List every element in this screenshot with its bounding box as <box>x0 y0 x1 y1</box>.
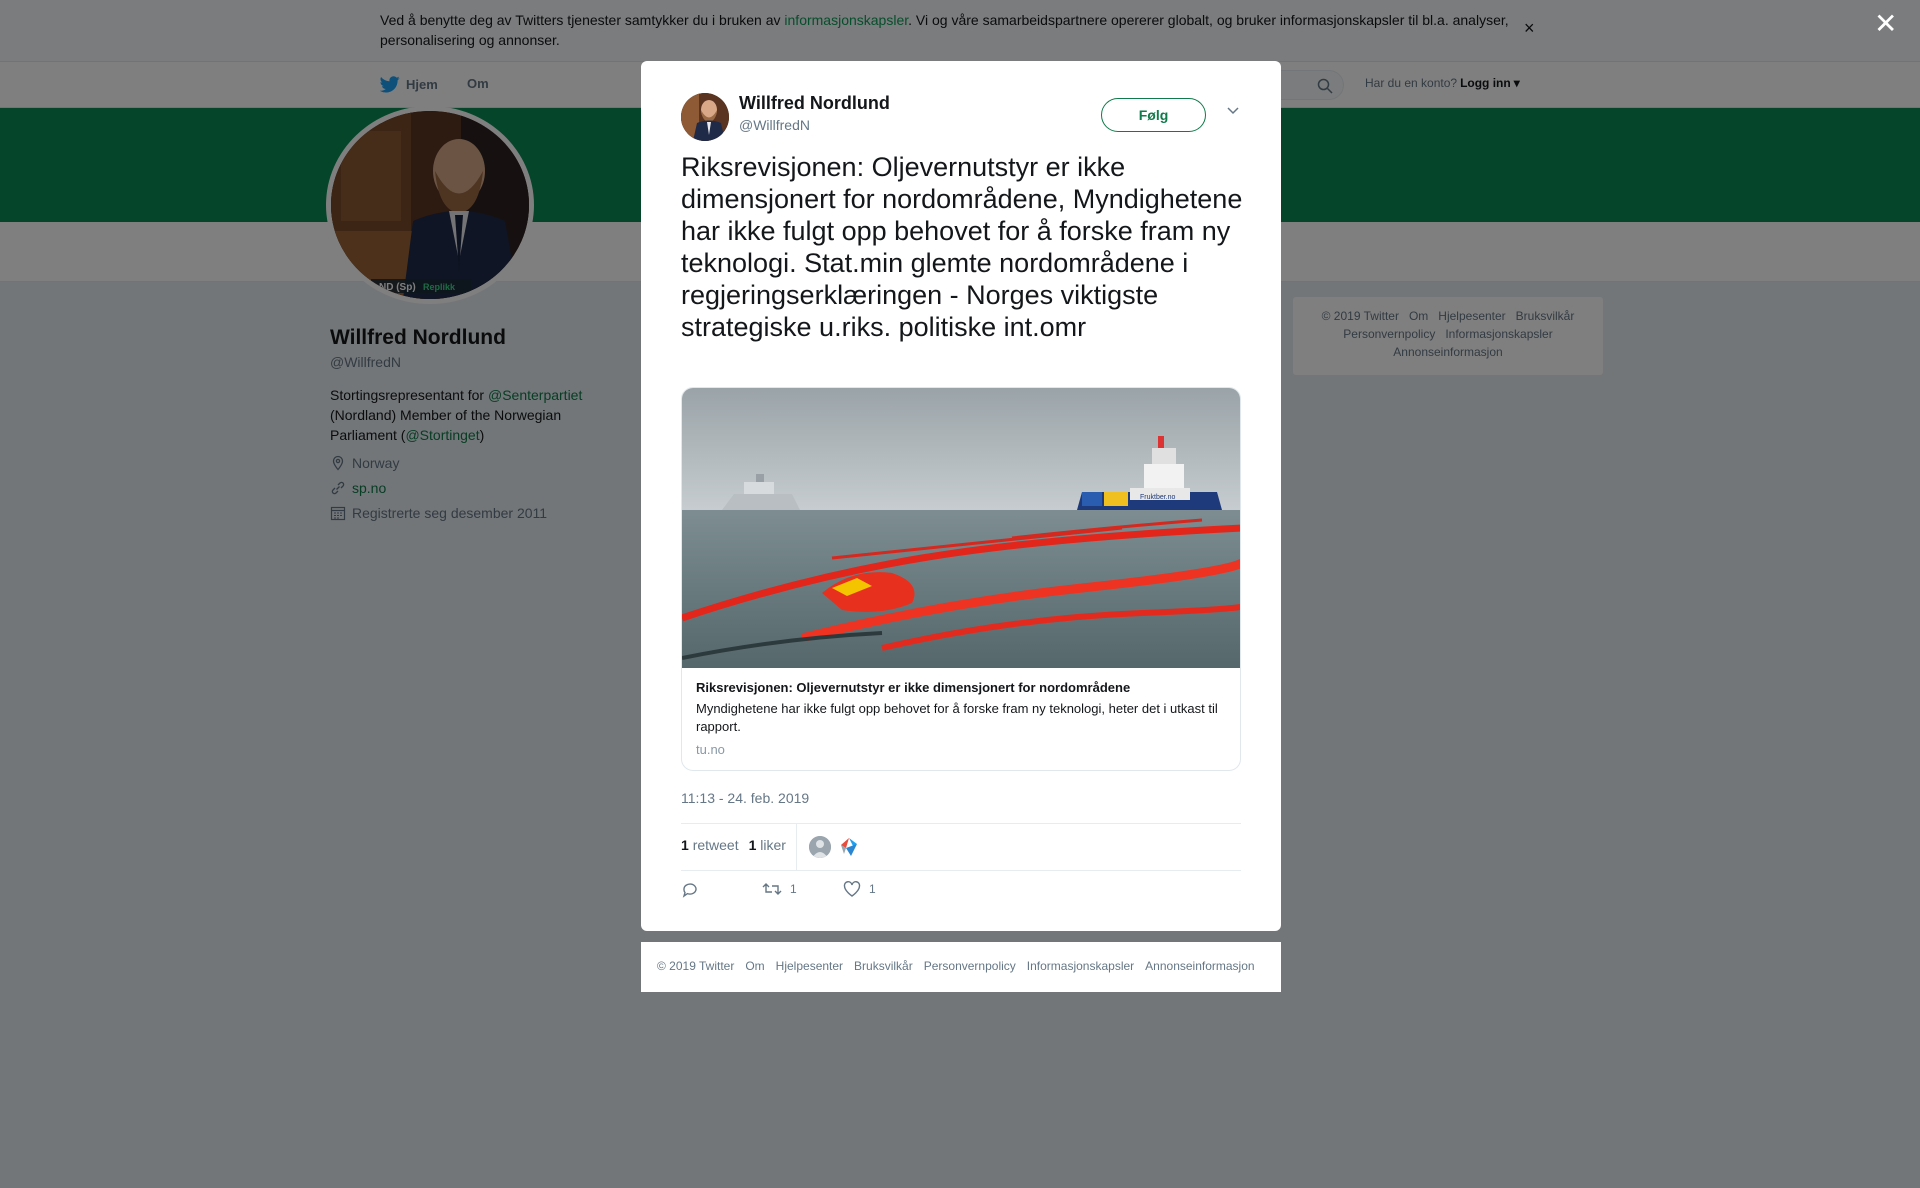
footer-link[interactable]: Hjelpesenter <box>776 959 843 973</box>
retweet-stat[interactable]: 1 retweet <box>681 837 739 853</box>
heart-icon <box>843 881 861 897</box>
retweet-stat-count: 1 <box>681 837 689 853</box>
like-stat-label: liker <box>760 837 786 853</box>
chevron-down-icon[interactable] <box>1226 105 1240 115</box>
retweet-count: 1 <box>790 882 797 896</box>
divider <box>796 824 797 870</box>
author-photo <box>681 93 729 141</box>
card-description: Myndighetene har ikke fulgt opp behovet … <box>696 701 1218 734</box>
footer-link[interactable]: Bruksvilkår <box>854 959 913 973</box>
footer-link[interactable]: © 2019 Twitter <box>657 959 734 973</box>
reply-button[interactable] <box>681 881 699 899</box>
card-title: Riksrevisjonen: Oljevernutstyr er ikke d… <box>696 680 1131 695</box>
retweet-button[interactable]: 1 <box>762 881 797 897</box>
reply-icon <box>682 883 697 898</box>
close-icon[interactable]: ✕ <box>1874 10 1897 38</box>
tweet-modal: Willfred Nordlund @WillfredN Følg Riksre… <box>641 61 1281 931</box>
retweet-stat-label: retweet <box>692 837 739 853</box>
tweet-stats: 1 retweet 1 liker <box>681 837 786 853</box>
tweet-text: Riksrevisjonen: Oljevernutstyr er ikke d… <box>681 152 1243 342</box>
tweet-author-name[interactable]: Willfred Nordlund <box>739 93 890 114</box>
avatar[interactable] <box>809 836 831 858</box>
like-button[interactable]: 1 <box>843 881 876 897</box>
footer-link[interactable]: Personvernpolicy <box>924 959 1016 973</box>
ship-logo-text: Fruktber.no <box>1140 494 1176 501</box>
like-stat[interactable]: 1 liker <box>749 837 786 853</box>
avatar[interactable] <box>838 836 860 858</box>
link-card[interactable]: Fruktber.no Riksrevisjonen: Oljevernutst… <box>681 387 1241 771</box>
like-count: 1 <box>869 882 876 896</box>
follow-button[interactable]: Følg <box>1101 98 1206 132</box>
modal-footer: © 2019 Twitter Om Hjelpesenter Bruksvilkår P… <box>641 942 1281 992</box>
footer-link[interactable]: Annonseinformasjon <box>1145 959 1254 973</box>
divider <box>681 870 1241 871</box>
tweet-timestamp[interactable]: 11:13 - 24. feb. 2019 <box>681 790 809 806</box>
like-stat-count: 1 <box>748 837 757 853</box>
footer-link[interactable]: Informasjonskapsler <box>1027 959 1134 973</box>
divider <box>681 823 1241 824</box>
card-domain: tu.no <box>696 742 725 757</box>
footer-link[interactable]: Om <box>745 959 764 973</box>
tweet-author-handle[interactable]: @WillfredN <box>739 117 810 133</box>
retweet-icon <box>762 883 782 895</box>
card-image: Fruktber.no <box>682 388 1240 668</box>
tweet-author-avatar[interactable] <box>681 93 729 141</box>
